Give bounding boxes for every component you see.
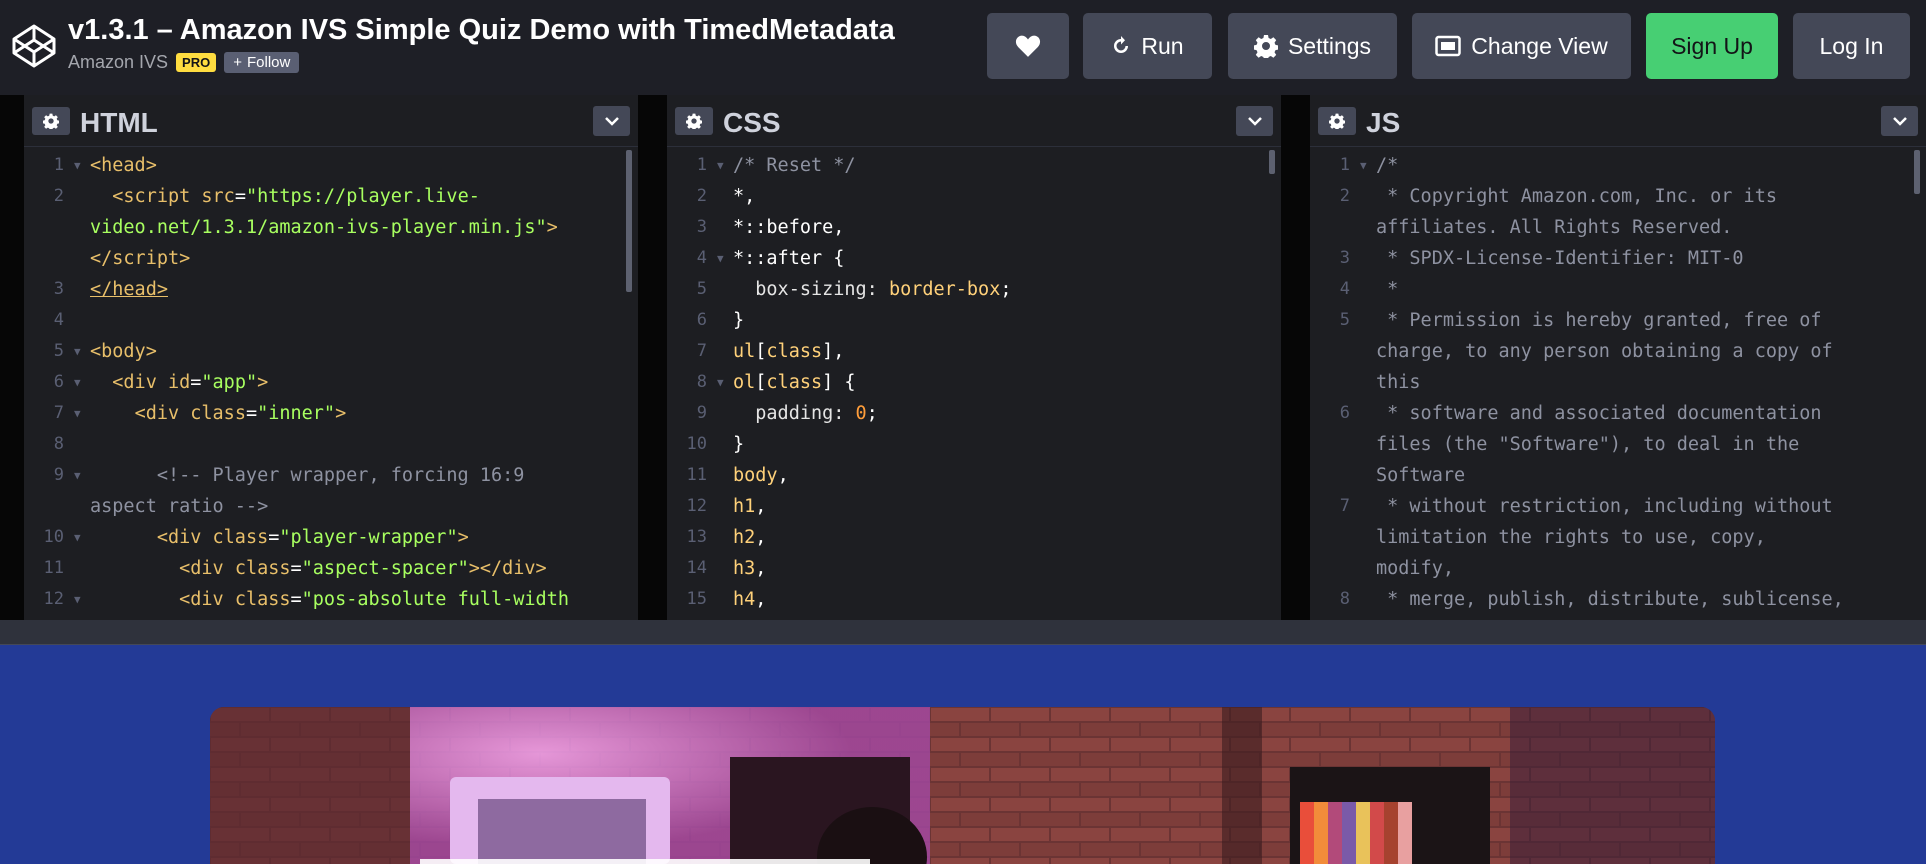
run-button[interactable]: Run <box>1083 13 1212 79</box>
header-bar: v1.3.1 – Amazon IVS Simple Quiz Demo wit… <box>0 0 1926 95</box>
layout-icon <box>1435 35 1462 57</box>
code-line: video.net/1.3.1/amazon-ivs-player.min.js… <box>90 217 558 238</box>
code-line: charge, to any person obtaining a copy o… <box>1376 341 1833 362</box>
refresh-icon <box>1114 36 1129 53</box>
follow-button[interactable]: + Follow <box>224 52 300 73</box>
code-line: 4 <box>53 310 64 330</box>
code-line: 14 h3, <box>686 558 767 579</box>
owner-name[interactable]: Amazon IVS <box>68 52 168 73</box>
code-line: 3 *::before, <box>696 217 845 238</box>
code-line: 9 ▼ <!-- Player wrapper, forcing 16:9 <box>53 465 525 486</box>
code-line: 10 ▼ <div class="player-wrapper"> <box>43 527 469 548</box>
code-line: affiliates. All Rights Reserved. <box>1376 217 1733 238</box>
code-line: 2 * Copyright Amazon.com, Inc. or its <box>1339 186 1777 207</box>
code-line: </script> <box>90 248 191 269</box>
run-label: Run <box>1141 32 1184 59</box>
code-line: 5 box-sizing: border-box; <box>696 279 1012 300</box>
code-line: Software <box>1376 465 1466 486</box>
resize-handle[interactable] <box>0 620 1926 645</box>
css-editor-pane: CSS 1 ▼/* Reset */ 2 *, 3 *::before, 4 ▼ *::a… <box>667 95 1281 620</box>
codepen-logo-icon[interactable] <box>10 22 58 70</box>
code-line: 10} <box>686 434 745 455</box>
code-line: 7 * without restriction, including witho… <box>1339 496 1833 517</box>
js-pane-header: JS <box>1310 95 1926 147</box>
code-line: 9 padding: 0; <box>696 403 878 424</box>
editor-area: HTML 1 ▼ <head> 2 <script src="https://pla… <box>0 95 1926 620</box>
pen-title: v1.3.1 – Amazon IVS Simple Quiz Demo wit… <box>68 14 895 46</box>
code-line: 2 <script src="https://player.live- <box>53 186 480 207</box>
sign-up-label: Sign Up <box>1671 32 1753 59</box>
code-line: 12 h1, <box>686 496 767 517</box>
code-line: 5 * Permission is hereby granted, free o… <box>1339 310 1822 331</box>
code-line: 4 ▼ *::after { <box>696 248 845 269</box>
code-line: 11 <div class="aspect-spacer"></div> <box>43 558 547 579</box>
code-line: 7 ▼ <div class="inner"> <box>53 403 347 424</box>
js-editor-pane: JS 1 ▼/* 2 * Copyright Amazon.com, Inc. o… <box>1310 95 1926 620</box>
settings-label: Settings <box>1287 32 1372 59</box>
video-player[interactable] <box>210 707 1715 864</box>
code-line: 3 * SPDX-License-Identifier: MIT-0 <box>1339 248 1744 269</box>
code-line: modify, <box>1376 558 1454 579</box>
css-settings-gear-icon[interactable] <box>675 107 713 135</box>
html-settings-gear-icon[interactable] <box>32 107 70 135</box>
code-line: 13 h2, <box>686 527 767 548</box>
sign-up-button[interactable]: Sign Up <box>1646 13 1778 79</box>
code-line: files (the "Software"), to deal in the <box>1376 434 1800 455</box>
change-view-button[interactable]: Change View <box>1412 13 1631 79</box>
code-line: 1 ▼/* Reset */ <box>696 155 856 176</box>
code-line: 4 * <box>1339 279 1399 300</box>
pen-meta: Amazon IVS PRO + Follow <box>68 52 300 73</box>
change-view-label: Change View <box>1471 32 1608 59</box>
code-line: 12 ▼ <div class="pos-absolute full-width <box>43 589 569 610</box>
code-line: this <box>1376 372 1421 393</box>
html-pane-title: HTML <box>80 107 158 138</box>
js-pane-title: JS <box>1366 107 1401 138</box>
code-line: 6 * software and associated documentatio… <box>1339 403 1822 424</box>
video-frame-image <box>210 707 1715 864</box>
code-line: 15 h4, <box>686 589 767 610</box>
code-line: 11 body, <box>686 465 789 486</box>
preview-pane <box>0 645 1926 864</box>
pro-badge: PRO <box>176 53 217 72</box>
js-code-editor[interactable]: 1 ▼/* 2 * Copyright Amazon.com, Inc. or i… <box>1310 148 1926 620</box>
code-line: limitation the rights to use, copy, <box>1376 527 1766 548</box>
code-line: aspect ratio --> <box>90 496 269 517</box>
code-line: 8 * merge, publish, distribute, sublicen… <box>1339 589 1844 610</box>
css-chevron-down-icon[interactable] <box>1236 106 1273 136</box>
code-line: 7 ul[class], <box>696 341 845 362</box>
css-pane-header: CSS <box>667 95 1281 147</box>
heart-icon <box>1015 35 1041 57</box>
code-line: 6} <box>696 310 745 331</box>
gear-icon <box>1253 35 1278 58</box>
html-editor-pane: HTML 1 ▼ <head> 2 <script src="https://pla… <box>24 95 638 620</box>
js-settings-gear-icon[interactable] <box>1318 107 1356 135</box>
code-line: 1 ▼ <head> <box>53 155 157 176</box>
html-chevron-down-icon[interactable] <box>593 106 630 136</box>
code-line: 8 <box>53 434 64 454</box>
code-line: 8 ▼ ol[class] { <box>696 372 856 393</box>
code-line: 6 ▼ <div id="app"> <box>53 372 269 393</box>
follow-label: Follow <box>246 54 291 71</box>
log-in-button[interactable]: Log In <box>1793 13 1910 79</box>
code-line: 2 *, <box>696 186 756 207</box>
plus-icon: + <box>233 54 242 71</box>
code-line: 5 ▼ <body> <box>53 341 157 362</box>
css-code-editor[interactable]: 1 ▼/* Reset */ 2 *, 3 *::before, 4 ▼ *::after… <box>667 148 1281 620</box>
love-button[interactable] <box>987 13 1069 79</box>
css-pane-title: CSS <box>723 107 781 138</box>
html-code-editor[interactable]: 1 ▼ <head> 2 <script src="https://player.l… <box>24 148 638 620</box>
code-line: 1 ▼/* <box>1339 155 1399 176</box>
html-pane-header: HTML <box>24 95 638 147</box>
code-line: 3 </head> <box>53 279 168 300</box>
js-chevron-down-icon[interactable] <box>1881 106 1918 136</box>
settings-button[interactable]: Settings <box>1228 13 1397 79</box>
log-in-label: Log In <box>1819 32 1884 59</box>
